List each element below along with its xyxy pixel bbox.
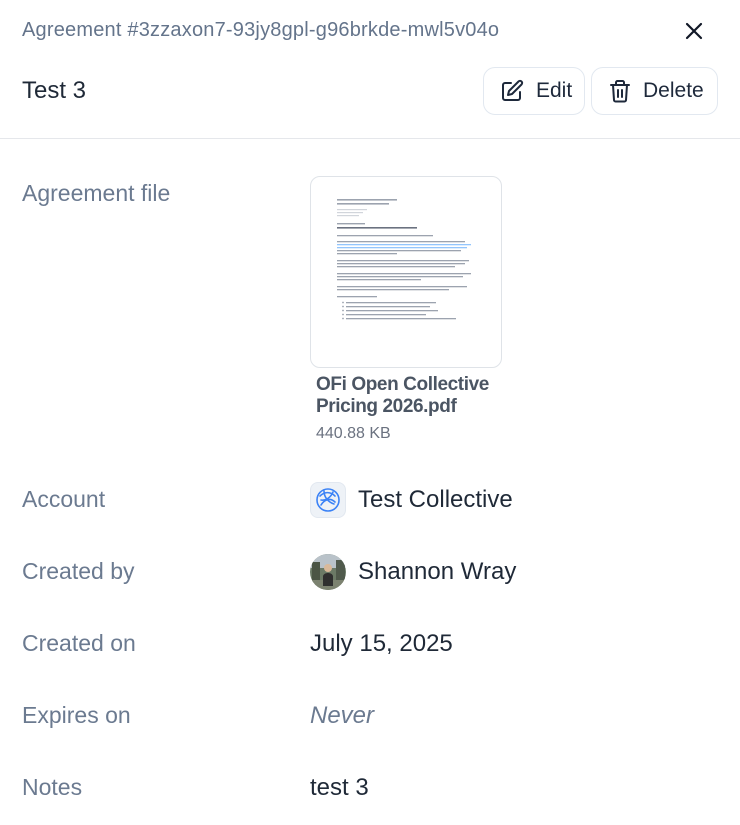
expires-on-label: Expires on (22, 702, 131, 728)
agreement-file-label: Agreement file (22, 180, 171, 206)
creator-name[interactable]: Shannon Wray (358, 558, 516, 586)
agreement-id: Agreement #3zzaxon7-93jy8gpl-g96brkde-mw… (22, 19, 500, 41)
delete-button[interactable]: Delete (591, 67, 718, 115)
trash-icon (610, 80, 630, 103)
notes-value: test 3 (310, 774, 369, 801)
created-on-label: Created on (22, 630, 136, 656)
edit-icon (502, 79, 524, 101)
edit-button[interactable]: Edit (483, 67, 585, 115)
collective-logo-icon (310, 482, 346, 518)
account-label: Account (22, 486, 106, 512)
document-thumbnail (337, 195, 477, 355)
account-name[interactable]: Test Collective (358, 486, 513, 514)
close-icon (685, 22, 703, 40)
close-button[interactable] (678, 15, 710, 47)
notes-label: Notes (22, 774, 83, 800)
file-preview-card[interactable] (310, 176, 502, 368)
file-size: 440.88 KB (316, 425, 391, 442)
edit-button-label: Edit (536, 79, 573, 102)
expires-on-value: Never (310, 702, 375, 729)
delete-button-label: Delete (643, 79, 704, 102)
page-title: Test 3 (22, 77, 87, 104)
created-on-value: July 15, 2025 (310, 630, 453, 657)
drawer-header: Agreement #3zzaxon7-93jy8gpl-g96brkde-mw… (0, 0, 740, 139)
file-name[interactable]: OFi Open Collective Pricing 2026.pdf (316, 374, 516, 418)
created-by-label: Created by (22, 558, 135, 584)
avatar (310, 554, 346, 590)
